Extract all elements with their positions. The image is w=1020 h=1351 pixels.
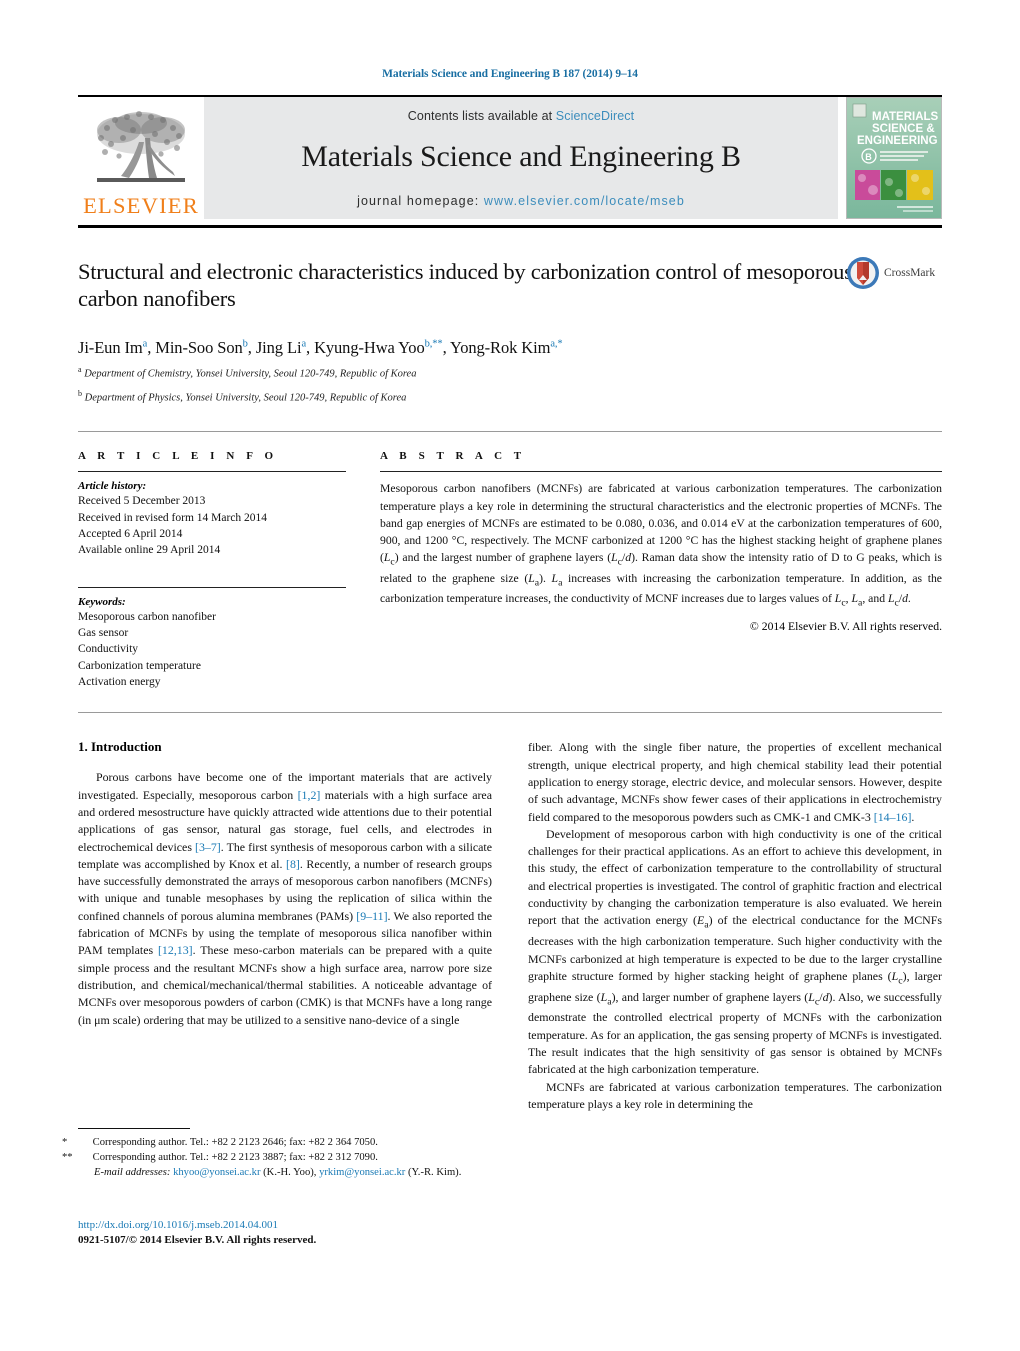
masthead-bottom-rule (78, 225, 942, 228)
svg-text:ENGINEERING: ENGINEERING (857, 135, 938, 147)
keyword-item: Conductivity (78, 643, 139, 656)
email-owner-kim: (Y.-R. Kim). (408, 1167, 462, 1179)
doi-block: http://dx.doi.org/10.1016/j.mseb.2014.04… (78, 1218, 508, 1248)
contents-prefix: Contents lists available at (407, 109, 556, 123)
keyword-item: Gas sensor (78, 626, 129, 639)
paragraph: fiber. Along with the single fiber natur… (528, 740, 942, 824)
issn-copyright-line: 0921-5107/© 2014 Elsevier B.V. All right… (78, 1233, 317, 1246)
abstract-bottom-rule (78, 712, 942, 714)
article-info-column: A R T I C L E I N F O Article history: R… (78, 450, 346, 690)
info-section-top-rule (78, 431, 942, 433)
paragraph: Porous carbons have become one of the im… (78, 770, 493, 1027)
paragraph: MCNFs are fabricated at various carboniz… (528, 1079, 942, 1111)
keyword-item: Carbonization temperature (78, 659, 201, 672)
homepage-prefix: journal homepage: (357, 194, 484, 208)
paragraph: Development of mesoporous carbon with hi… (528, 826, 943, 1077)
sciencedirect-link[interactable]: ScienceDirect (556, 109, 634, 123)
abstract-column: A B S T R A C T Mesoporous carbon nanofi… (380, 450, 942, 690)
journal-masthead: ELSEVIER Contents lists available at Sci… (78, 97, 942, 219)
keywords-label: Keywords: (78, 595, 126, 608)
footnote-text: Corresponding author. Tel.: +82 2 2123 3… (92, 1152, 378, 1164)
email-owner-yoo: (K.-H. Yoo) (263, 1167, 314, 1179)
contents-available-line: Contents lists available at ScienceDirec… (408, 109, 634, 123)
article-history-label: Article history: (78, 480, 147, 493)
journal-homepage-link[interactable]: www.elsevier.com/locate/mseb (484, 194, 685, 208)
affiliation-marker-b: b (78, 388, 82, 398)
abstract-copyright: © 2014 Elsevier B.V. All rights reserved… (749, 620, 942, 634)
footnote-corresponding-2: ** Corresponding author. Tel.: +82 2 212… (62, 1150, 508, 1165)
running-head: Materials Science and Engineering B 187 … (382, 68, 638, 80)
elsevier-logo: ELSEVIER (78, 97, 204, 219)
article-page: Materials Science and Engineering B 187 … (0, 0, 1020, 1351)
section-heading-introduction: 1. Introduction (78, 739, 162, 755)
journal-cover-thumbnail[interactable]: MATERIALS SCIENCE & ENGINEERING B (846, 97, 942, 219)
history-item: Received 5 December 2013 (78, 495, 206, 508)
footnote-emails: E-mail addresses: khyoo@yonsei.ac.kr (K.… (94, 1167, 462, 1179)
affiliation-a: a Department of Chemistry, Yonsei Univer… (78, 365, 942, 382)
crossmark-label: CrossMark (884, 267, 936, 279)
article-info-rule (78, 471, 346, 473)
article-info-heading: A R T I C L E I N F O (78, 450, 278, 463)
email-link-yoo[interactable]: khyoo@yonsei.ac.kr (173, 1167, 260, 1178)
doi-link[interactable]: http://dx.doi.org/10.1016/j.mseb.2014.04… (78, 1218, 508, 1233)
affiliation-b: b Department of Physics, Yonsei Universi… (78, 389, 942, 406)
affiliation-text-b: Department of Physics, Yonsei University… (84, 392, 407, 404)
cover-artwork: MATERIALS SCIENCE & ENGINEERING B (847, 98, 941, 218)
body-left-column: 1. Introduction Porous carbons have beco… (78, 739, 492, 1113)
body-columns: 1. Introduction Porous carbons have beco… (78, 739, 942, 1113)
svg-text:SCIENCE &: SCIENCE & (872, 123, 935, 135)
email-link-kim[interactable]: yrkim@yonsei.ac.kr (319, 1167, 405, 1178)
body-right-column: fiber. Along with the single fiber natur… (528, 739, 942, 1113)
affiliation-marker-a: a (78, 365, 82, 374)
footnote-corresponding-1: * Corresponding author. Tel.: +82 2 2123… (62, 1135, 508, 1150)
crossmark-badge[interactable]: CrossMark (846, 253, 942, 293)
footnote-rule (78, 1128, 190, 1129)
svg-text:B: B (865, 152, 872, 162)
footnote-marker: ** (62, 1152, 73, 1164)
keywords-rule (78, 586, 346, 588)
svg-text:MATERIALS: MATERIALS (872, 111, 939, 123)
history-item: Available online 29 April 2014 (78, 544, 221, 557)
history-item: Received in revised form 14 March 2014 (78, 511, 268, 524)
journal-title: Materials Science and Engineering B (301, 140, 741, 173)
info-abstract-region: A R T I C L E I N F O Article history: R… (78, 450, 942, 690)
page-title: Structural and electronic characteristic… (78, 259, 853, 312)
author-list: Ji-Eun Ima, Min-Soo Sonb, Jing Lia, Kyun… (78, 338, 563, 357)
affiliation-text-a: Department of Chemistry, Yonsei Universi… (84, 368, 417, 380)
abstract-body: Mesoporous carbon nanofibers (MCNFs) are… (380, 482, 942, 609)
history-item: Accepted 6 April 2014 (78, 528, 183, 540)
elsevier-tree-icon (97, 110, 185, 182)
abstract-heading: A B S T R A C T (380, 450, 526, 463)
email-addresses-label: E-mail addresses: (94, 1167, 171, 1179)
elsevier-wordmark: ELSEVIER (83, 192, 199, 218)
keyword-item: Mesoporous carbon nanofiber (78, 610, 216, 623)
crossmark-icon (847, 257, 879, 289)
title-block: Structural and electronic characteristic… (78, 257, 942, 320)
footnote-text: Corresponding author. Tel.: +82 2 2123 2… (92, 1137, 378, 1148)
footnote-marker: * (62, 1137, 68, 1148)
footnote-block: * Corresponding author. Tel.: +82 2 2123… (62, 1128, 508, 1180)
journal-homepage-line: journal homepage: www.elsevier.com/locat… (357, 194, 685, 208)
journal-band: Contents lists available at ScienceDirec… (204, 97, 838, 219)
keyword-item: Activation energy (78, 675, 161, 688)
abstract-rule (380, 471, 942, 473)
